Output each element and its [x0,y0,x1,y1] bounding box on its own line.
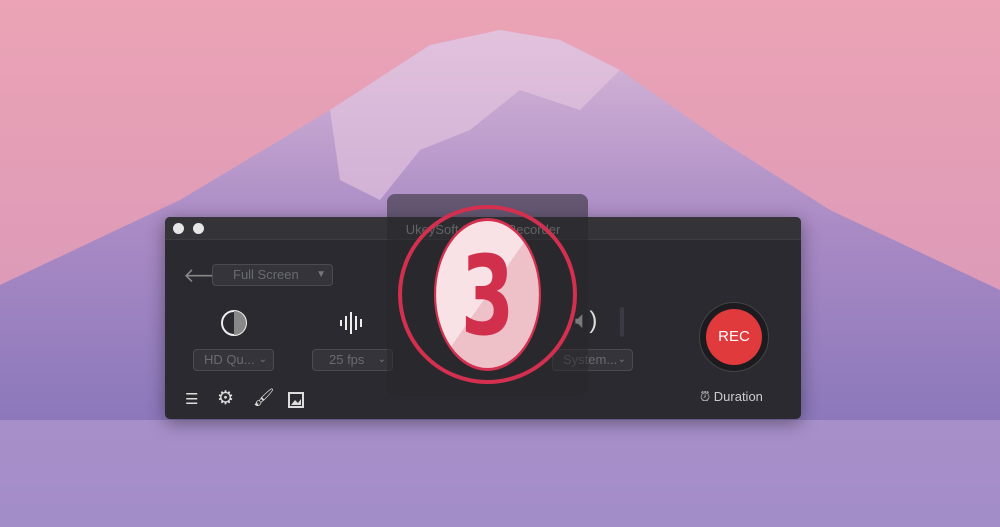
chevron-down-icon: ⌄ [258,354,267,365]
list-icon[interactable]: ☰ [185,390,198,408]
chevron-down-icon: ⌄ [377,354,386,365]
brush-icon[interactable]: 🖌︎ [253,388,275,408]
contrast-icon[interactable] [220,309,248,337]
countdown-number: 3 [433,218,542,371]
waveform-icon[interactable] [338,311,368,335]
quality-value: HD Qu... [204,352,255,367]
alarm-clock-icon: ⏰︎ [700,389,711,404]
mode-select-value: Full Screen [233,267,299,282]
countdown-circle: 3 [398,205,577,384]
mode-select[interactable]: Full Screen ▼ [212,264,333,286]
volume-meter [620,307,624,337]
fps-select[interactable]: 25 fps ⌄ [312,349,393,371]
gear-icon[interactable]: ⚙ [217,387,234,410]
duration-label: Duration [713,389,763,404]
rec-label: REC [706,309,762,365]
dropdown-arrow-icon: ▼ [316,269,326,280]
image-icon[interactable] [288,392,304,408]
rec-button[interactable]: REC [699,302,769,372]
quality-select[interactable]: HD Qu... ⌄ [193,349,274,371]
duration-button[interactable]: ⏰︎ Duration [700,389,763,405]
fps-value: 25 fps [329,352,365,367]
chevron-down-icon: ⌄ [617,354,626,365]
